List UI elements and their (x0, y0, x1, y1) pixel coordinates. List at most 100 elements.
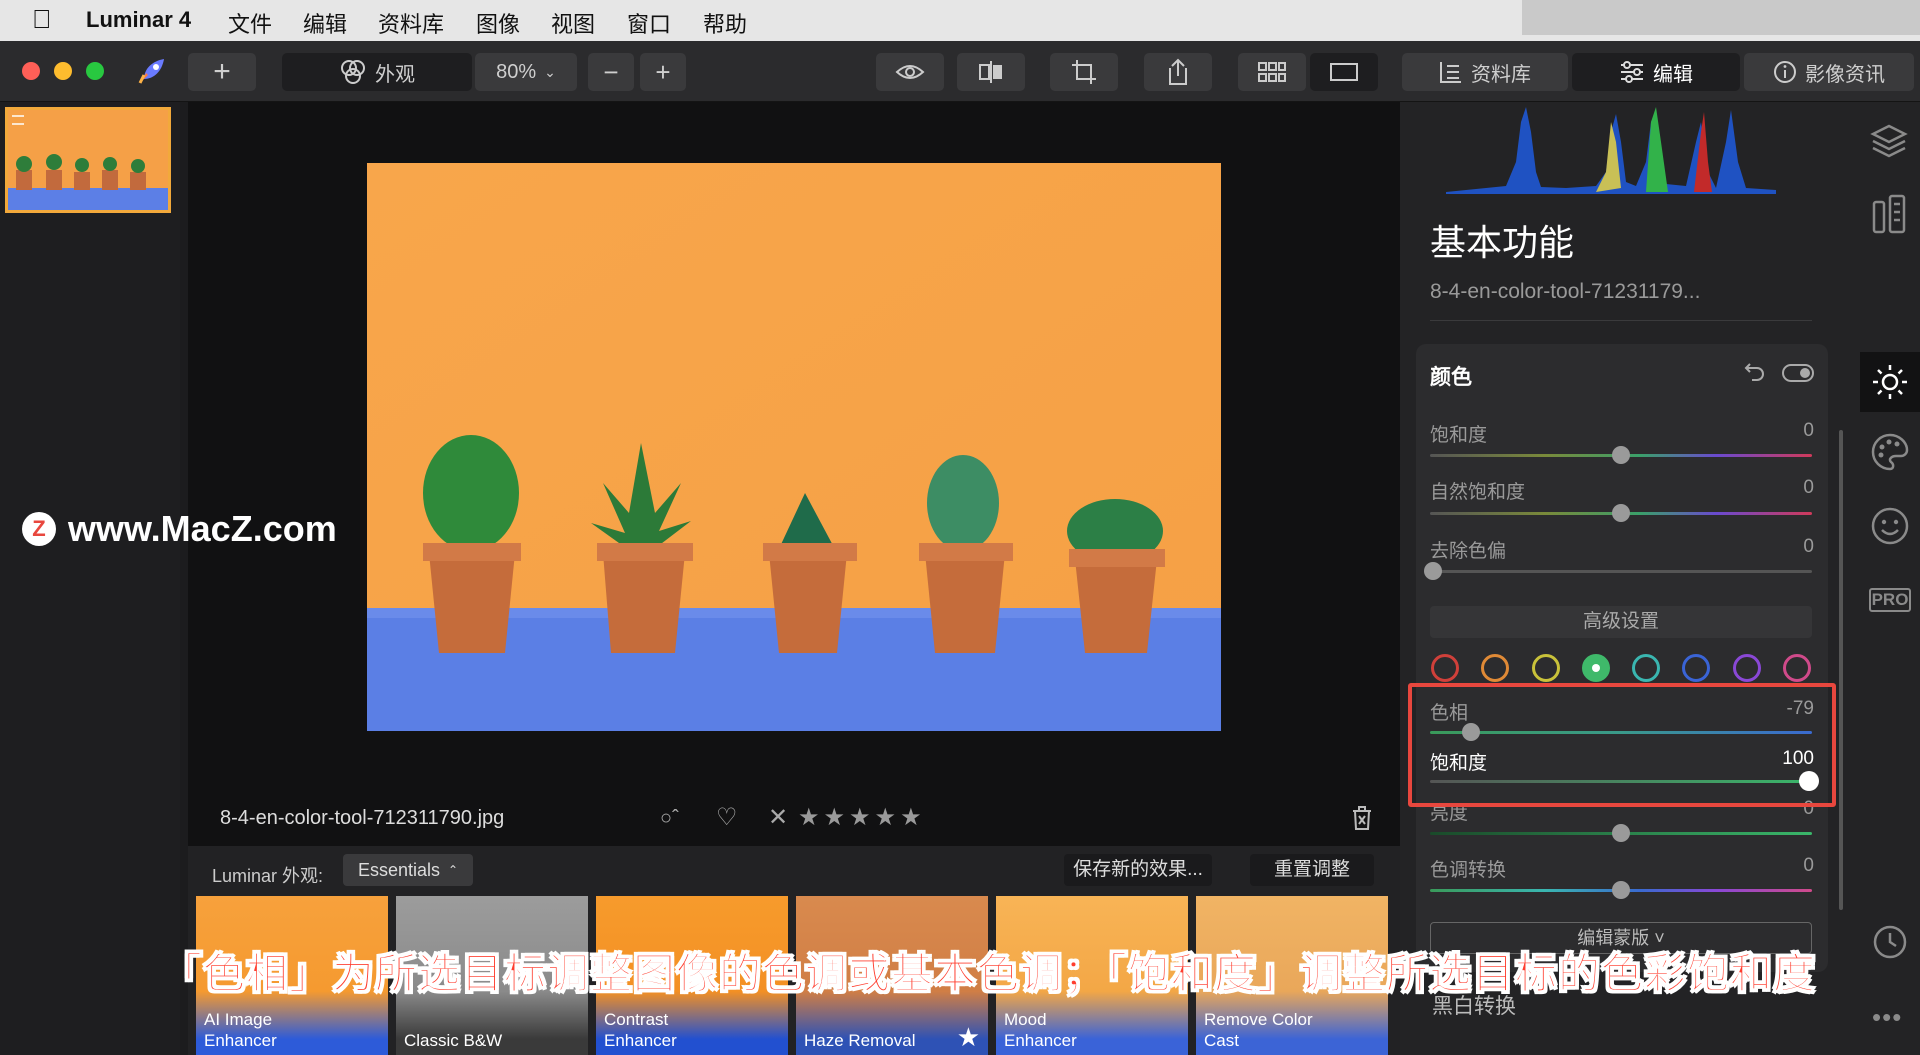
menu-window[interactable]: 窗口 (627, 7, 671, 39)
luminance-knob[interactable] (1612, 824, 1630, 842)
photo-thumbnail[interactable] (5, 107, 171, 213)
close-window-button[interactable] (22, 62, 40, 80)
apple-menu-icon[interactable]:  (32, 4, 52, 35)
saturation-knob[interactable] (1612, 446, 1630, 464)
reset-adjustments-button[interactable]: 重置调整 (1250, 854, 1374, 886)
eye-icon (895, 62, 925, 82)
color-section-title: 颜色 (1430, 366, 1472, 389)
divider (1430, 320, 1812, 321)
tone-transition-knob[interactable] (1612, 881, 1630, 899)
zoom-out-button[interactable]: − (588, 53, 634, 91)
close-icon[interactable]: ✕ (768, 803, 788, 832)
hue-yellow-swatch[interactable] (1532, 654, 1560, 682)
hue-purple-swatch[interactable] (1733, 654, 1761, 682)
menu-help[interactable]: 帮助 (703, 7, 747, 39)
trash-icon[interactable] (1350, 805, 1374, 837)
tab-library[interactable]: 资料库 (1402, 53, 1568, 91)
creative-palette-icon[interactable] (1870, 432, 1910, 477)
menu-library[interactable]: 资料库 (378, 7, 444, 39)
hue-magenta-swatch[interactable] (1783, 654, 1811, 682)
looks-button[interactable]: 外观 (282, 53, 472, 91)
filmstrip (0, 102, 180, 1055)
zoom-dropdown[interactable]: 80% ⌄ (475, 53, 577, 91)
panel-title: 基本功能 (1430, 222, 1575, 263)
crop-icon (1071, 59, 1097, 85)
menu-bar:  Luminar 4 文件 编辑 资料库 图像 视图 窗口 帮助 (0, 0, 1920, 41)
look-tile-label: Haze Removal (804, 1031, 916, 1050)
history-clock-icon[interactable] (1872, 924, 1908, 965)
reject-flag-icon[interactable]: ○ˆ (660, 807, 679, 830)
looks-collection-value: Essentials (357, 859, 440, 880)
panel-scrollbar[interactable] (1839, 430, 1843, 910)
portrait-face-icon[interactable] (1870, 506, 1910, 551)
remove-cast-label: 去除色偏 (1430, 541, 1507, 562)
menu-app-name[interactable]: Luminar 4 (86, 7, 191, 33)
tab-info-label: 影像资讯 (1805, 63, 1885, 86)
single-view-button[interactable] (1310, 53, 1378, 91)
tone-transition-value: 0 (1803, 855, 1814, 876)
saturation-label: 饱和度 (1430, 425, 1488, 446)
heart-icon[interactable]: ♡ (716, 803, 738, 832)
looks-label: 外观 (375, 63, 415, 86)
toggle-switch[interactable] (1782, 364, 1814, 382)
remove-cast-knob[interactable] (1424, 562, 1442, 580)
look-tile-label: Classic B&W (404, 1031, 503, 1050)
menu-view[interactable]: 视图 (551, 7, 595, 39)
add-images-button[interactable]: + (188, 53, 256, 91)
highlight-box (1408, 683, 1836, 807)
vibrance-knob[interactable] (1612, 504, 1630, 522)
star-rating[interactable]: ★★★★★ (798, 803, 926, 832)
hue-red-swatch[interactable] (1431, 654, 1459, 682)
menu-edit[interactable]: 编辑 (303, 7, 347, 39)
favorite-star-icon[interactable]: ★ (957, 1022, 980, 1053)
compare-button[interactable] (957, 53, 1025, 91)
main-photo[interactable] (367, 163, 1221, 731)
tab-library-label: 资料库 (1471, 63, 1531, 86)
look-tile-label: Contrast Enhancer (604, 1010, 677, 1050)
layers-icon[interactable] (1870, 122, 1908, 165)
tool-categories-strip: PRO ••• (1860, 102, 1920, 1055)
hue-blue-swatch[interactable] (1682, 654, 1710, 682)
preview-eye-button[interactable] (876, 53, 944, 91)
save-new-look-button[interactable]: 保存新的效果... (1064, 854, 1212, 886)
look-tile-label: AI Image Enhancer (204, 1010, 277, 1050)
menu-file[interactable]: 文件 (228, 7, 272, 39)
chevron-up-icon: ⌃ (447, 863, 459, 877)
advanced-settings-button[interactable]: 高级设置 (1430, 606, 1812, 638)
grid-view-button[interactable] (1238, 53, 1306, 91)
info-icon (1773, 60, 1797, 84)
pro-tools-button[interactable]: PRO (1869, 588, 1911, 612)
share-button[interactable] (1144, 53, 1212, 91)
zoom-in-button[interactable]: + (640, 53, 686, 91)
panel-filename: 8-4-en-color-tool-71231179... (1430, 280, 1701, 303)
tab-edit-label: 编辑 (1653, 63, 1693, 86)
vibrance-label: 自然饱和度 (1430, 482, 1526, 503)
watermark: Z www.MacZ.com (22, 508, 337, 550)
vibrance-value: 0 (1803, 477, 1814, 498)
remove-cast-track[interactable] (1430, 570, 1812, 573)
menu-image[interactable]: 图像 (476, 7, 520, 39)
looks-collection-dropdown[interactable]: Essentials ⌃ (343, 854, 473, 886)
tone-transition-label: 色调转换 (1430, 860, 1507, 881)
more-options-icon[interactable]: ••• (1872, 1002, 1902, 1033)
canvas-tools-icon[interactable] (1870, 194, 1908, 241)
share-icon (1166, 58, 1190, 86)
look-tile-label: Mood Enhancer (1004, 1010, 1077, 1050)
rocket-icon[interactable] (134, 53, 170, 94)
hue-green-swatch[interactable] (1582, 654, 1610, 682)
sliders-icon (1619, 60, 1645, 84)
macz-logo-icon: Z (22, 512, 56, 546)
essentials-tools-button[interactable] (1860, 352, 1920, 412)
minimize-window-button[interactable] (54, 62, 72, 80)
tab-edit[interactable]: 编辑 (1572, 53, 1740, 91)
zoom-window-button[interactable] (86, 62, 104, 80)
toolbar: + 外观 80% ⌄ − + 资料库 编辑 影像资讯 (0, 41, 1920, 102)
crop-button[interactable] (1050, 53, 1118, 91)
hue-orange-swatch[interactable] (1481, 654, 1509, 682)
menubar-status-area (1522, 0, 1920, 35)
undo-icon[interactable] (1744, 360, 1766, 387)
hue-aqua-swatch[interactable] (1632, 654, 1660, 682)
tab-info[interactable]: 影像资讯 (1744, 53, 1914, 91)
remove-cast-value: 0 (1803, 536, 1814, 557)
sun-icon (1872, 364, 1908, 405)
